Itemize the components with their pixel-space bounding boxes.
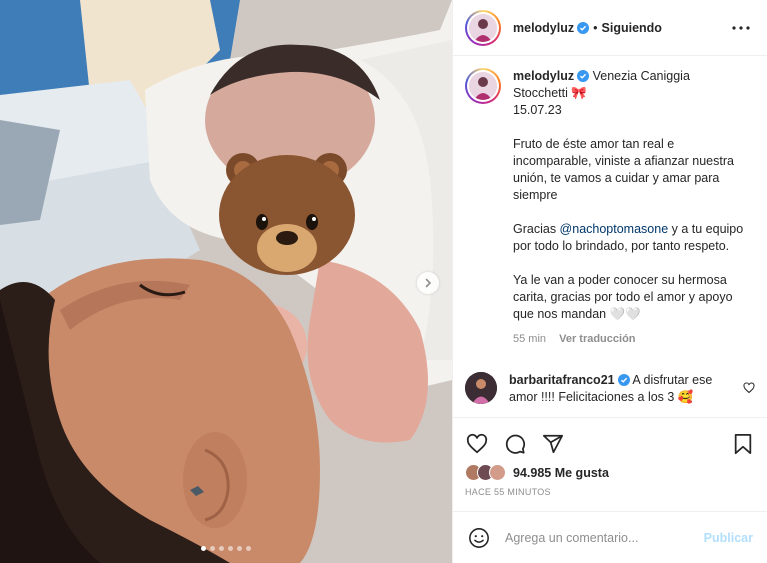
caption-date: 15.07.23 [513,103,562,117]
caption-paragraph-2: Gracias @nachoptomasone y a tu equipo po… [513,221,748,255]
carousel-dot [219,546,224,551]
save-button[interactable] [731,432,755,456]
more-options-button[interactable] [729,16,753,40]
caption-paragraph-1: Fruto de éste amor tan real e incomparab… [513,137,734,202]
emoji-icon [469,527,489,548]
commenter-username[interactable]: barbaritafranco21 [509,373,615,387]
caption-paragraph-3: Ya le van a poder conocer su hermosa car… [513,273,733,321]
comment-item: barbaritafranco21 A disfrutar ese amor !… [465,372,755,406]
carousel-dot [237,546,242,551]
verified-icon [617,374,630,386]
likes-number: 94.985 [513,465,552,480]
bookmark-icon [734,433,752,455]
mention-link[interactable]: @nachoptomasone [560,222,669,236]
verified-icon [577,21,590,34]
carousel-dot [201,546,206,551]
caption-time: 55 min [513,333,547,345]
likes-count[interactable]: 94.985 Me gusta [513,466,609,480]
verified-icon [577,70,590,82]
caption-meta: 55 min Ver traducción [513,331,748,348]
post-caption: melodyluz Venezia Caniggia Stocchetti 🎀 … [465,68,753,348]
carousel-dots [0,546,452,551]
carousel-dot [228,546,233,551]
post-timestamp: HACE 55 MINUTOS [465,487,551,497]
post-header: melodyluz • Siguiendo [453,0,767,56]
carousel-dot [246,546,251,551]
liker-avatars [465,464,506,481]
share-button[interactable] [541,432,565,456]
likes-row[interactable]: 94.985 Me gusta [465,464,755,481]
publish-button[interactable]: Publicar [704,531,753,545]
comment-button[interactable] [503,432,527,456]
caption-username[interactable]: melodyluz [513,69,574,83]
bear-emoji [219,153,355,275]
chevron-right-icon [425,278,432,288]
comment-like-icon[interactable] [743,382,755,394]
translate-link[interactable]: Ver traducción [559,333,635,345]
carousel-next-button[interactable] [417,272,439,294]
following-button[interactable]: Siguiendo [602,21,662,35]
caption-text: Gracias [513,222,560,236]
carousel-dot [210,546,215,551]
author-username[interactable]: melodyluz [513,21,574,35]
like-button[interactable] [465,432,489,456]
emoji-button[interactable] [467,526,491,550]
heart-icon [466,433,488,454]
post-photo [0,0,452,563]
instagram-post: melodyluz • Siguiendo melodyluz Venezia … [0,0,767,563]
post-media[interactable] [0,0,452,563]
share-icon [542,434,564,454]
post-actions: 94.985 Me gusta HACE 55 MINUTOS [453,417,767,497]
separator-dot: • [593,20,598,35]
comment-input[interactable] [505,530,704,545]
more-icon [732,25,750,30]
author-avatar[interactable] [465,9,501,46]
likes-label: Me gusta [554,465,609,480]
comments-section: melodyluz Venezia Caniggia Stocchetti 🎀 … [453,56,767,417]
post-side-panel: melodyluz • Siguiendo melodyluz Venezia … [452,0,767,563]
comment-icon [505,434,526,454]
caption-avatar[interactable] [465,68,501,104]
add-comment-bar: Publicar [453,511,767,563]
commenter-avatar[interactable] [465,372,497,404]
